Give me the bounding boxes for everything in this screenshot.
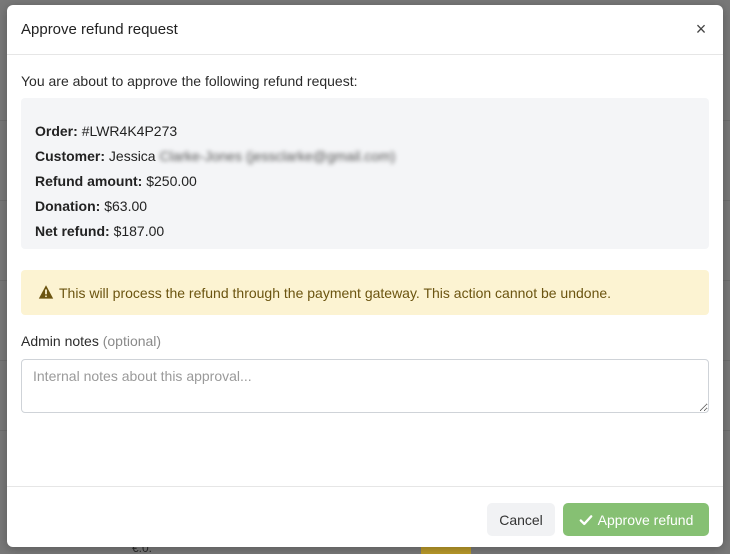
net-refund-value: $187.00: [113, 223, 165, 239]
refund-summary: Order: #LWR4K4P273 Customer: Jessica Cla…: [21, 98, 709, 249]
customer-redacted-details: Clarke-Jones (jessclarke@gmail.com): [159, 148, 396, 164]
customer-row: Customer: Jessica Clarke-Jones (jessclar…: [35, 148, 395, 164]
close-button[interactable]: ×: [691, 19, 711, 39]
donation-row: Donation: $63.00: [35, 198, 147, 214]
optional-hint: (optional): [102, 333, 162, 349]
order-label: Order:: [35, 123, 78, 139]
order-row: Order: #LWR4K4P273: [35, 123, 177, 139]
modal-footer: Cancel Approve refund: [7, 486, 723, 547]
admin-notes-label: Admin notes (optional): [21, 333, 161, 349]
approve-refund-button[interactable]: Approve refund: [563, 503, 709, 536]
customer-first-name: Jessica: [108, 148, 156, 164]
intro-text: You are about to approve the following r…: [21, 73, 358, 89]
check-icon: [579, 514, 593, 525]
admin-notes-label-text: Admin notes: [21, 333, 99, 349]
warning-triangle-icon: [38, 285, 54, 299]
modal-title: Approve refund request: [21, 21, 178, 38]
net-refund-label: Net refund:: [35, 223, 110, 239]
approve-refund-modal: Approve refund request × You are about t…: [7, 5, 723, 547]
cancel-button[interactable]: Cancel: [487, 503, 555, 536]
net-refund-row: Net refund: $187.00: [35, 223, 164, 239]
refund-amount-value: $250.00: [146, 173, 197, 189]
admin-notes-input[interactable]: [21, 359, 709, 413]
warning-text: This will process the refund through the…: [59, 285, 612, 301]
donation-label: Donation:: [35, 198, 101, 214]
refund-amount-label: Refund amount:: [35, 173, 143, 189]
close-icon: ×: [695, 19, 707, 39]
approve-refund-label: Approve refund: [597, 511, 694, 528]
donation-value: $63.00: [104, 198, 148, 214]
modal-header: Approve refund request ×: [7, 5, 723, 55]
order-value: #LWR4K4P273: [81, 123, 178, 139]
refund-amount-row: Refund amount: $250.00: [35, 173, 197, 189]
warning-alert: This will process the refund through the…: [21, 270, 709, 315]
customer-label: Customer:: [35, 148, 106, 164]
